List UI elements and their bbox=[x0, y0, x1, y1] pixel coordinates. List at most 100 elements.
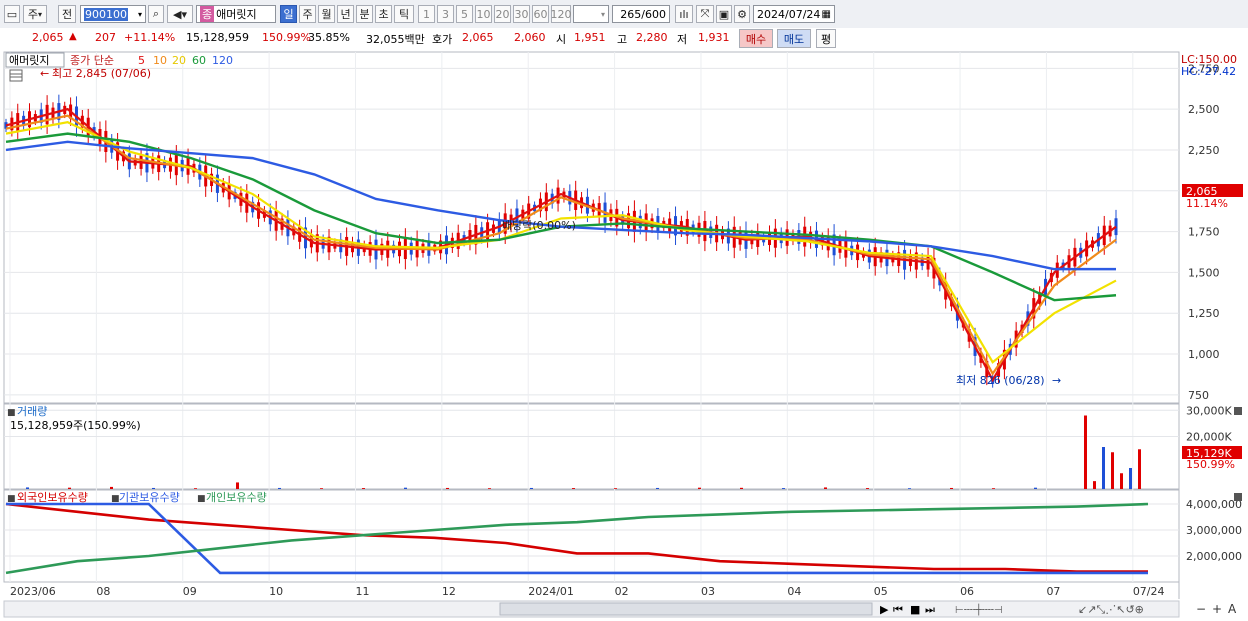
minute-button-120[interactable]: 120 bbox=[551, 5, 572, 23]
right-arrow-icon: → bbox=[1052, 374, 1061, 387]
calendar-icon[interactable]: ▦ bbox=[822, 9, 831, 20]
volume-bar bbox=[656, 487, 659, 489]
x-tick-label: 03 bbox=[701, 585, 715, 598]
period-tab-minute[interactable]: 분 bbox=[356, 5, 373, 23]
volume-bar bbox=[824, 487, 827, 489]
open-price: 1,951 bbox=[574, 31, 606, 44]
speaker-icon[interactable]: ◀▾ bbox=[167, 5, 193, 23]
high-label: 고 bbox=[617, 33, 628, 46]
volume-bar bbox=[1102, 447, 1105, 489]
minute-button-20[interactable]: 20 bbox=[494, 5, 511, 23]
gear-icon[interactable]: ⚙ bbox=[734, 5, 750, 23]
volume-bar bbox=[614, 488, 617, 489]
toolbar: ▭ 주 ▾ 전 900100 ▾ ⌕ ◀▾ 종 애머릿지 일 주 월 년 분 초 틱 … bbox=[0, 0, 1248, 29]
minute-button-5[interactable]: 5 bbox=[456, 5, 473, 23]
panel-close-icon[interactable] bbox=[1234, 407, 1242, 415]
volume-bar bbox=[908, 488, 911, 489]
volume-tick-label: 20,000K bbox=[1186, 431, 1232, 444]
minute-label: 3 bbox=[442, 7, 449, 21]
period-tab-month[interactable]: 월 bbox=[318, 5, 335, 23]
minute-button-10[interactable]: 10 bbox=[475, 5, 492, 23]
x-tick-label: 02 bbox=[615, 585, 629, 598]
count-input[interactable]: 265/600 bbox=[612, 5, 670, 23]
date-value: 2024/07/24 bbox=[757, 7, 821, 21]
font-size-icon[interactable]: A bbox=[1228, 602, 1237, 616]
sell-label: 매도 bbox=[783, 32, 805, 46]
volume-bar bbox=[572, 488, 575, 489]
y-tick-label: 2,250 bbox=[1188, 144, 1220, 157]
prev-button[interactable]: 전 bbox=[58, 5, 76, 23]
x-tick-label: 11 bbox=[355, 585, 369, 598]
trade-amount: 32,055백만 bbox=[366, 33, 425, 46]
minute-label: 30 bbox=[514, 7, 529, 21]
volume-bar bbox=[740, 487, 743, 489]
drawing-tools-icon[interactable]: ↙↗⤡⋰↖↺⊕ bbox=[1078, 603, 1144, 616]
ma-legend-60: 60 bbox=[192, 54, 206, 67]
volume-bar bbox=[278, 487, 281, 489]
minute-button-3[interactable]: 3 bbox=[437, 5, 454, 23]
volume-pct-tag: 150.99% bbox=[1186, 458, 1235, 471]
eval-button[interactable]: 평 bbox=[816, 29, 836, 48]
minute-select[interactable]: ▾ bbox=[573, 5, 609, 23]
crosshair-icon[interactable]: ⤧ bbox=[696, 5, 714, 23]
volume-value-text: 15,128,959주(150.99%) bbox=[10, 419, 141, 432]
period-tab-week[interactable]: 주 bbox=[299, 5, 316, 23]
period-tab-label: 초 bbox=[378, 8, 389, 21]
code-input[interactable]: 900100 ▾ bbox=[80, 5, 146, 23]
zoom-slider-icon[interactable]: ⊢╌╌┼╌╌⊣ bbox=[955, 603, 1003, 616]
current-price: 2,065 bbox=[32, 31, 64, 44]
y-tick-label: 2,500 bbox=[1188, 103, 1220, 116]
minute-button-30[interactable]: 30 bbox=[513, 5, 530, 23]
code-value: 900100 bbox=[84, 7, 128, 21]
period-tab-label: 월 bbox=[321, 8, 332, 21]
low-price: 1,931 bbox=[698, 31, 730, 44]
legend-institution: 기관보유수량 bbox=[119, 491, 180, 504]
period-tab-label: 주 bbox=[302, 8, 313, 21]
zoom-in-icon[interactable]: + bbox=[1212, 602, 1222, 616]
zoom-out-icon[interactable]: − bbox=[1196, 602, 1206, 616]
volume-value: 15,128,959 bbox=[186, 31, 249, 44]
ma-legend-120: 120 bbox=[212, 54, 233, 67]
scrollbar-thumb[interactable] bbox=[499, 602, 873, 616]
period-tab-day[interactable]: 일 bbox=[280, 5, 297, 23]
panel-marker-icon: ■ bbox=[197, 494, 206, 504]
x-tick-label: 12 bbox=[442, 585, 456, 598]
name-badge: 종 bbox=[200, 6, 215, 22]
period-tab-year[interactable]: 년 bbox=[337, 5, 354, 23]
rewind-icon[interactable]: ⏮ bbox=[893, 603, 903, 616]
up-arrow-icon: ▲ bbox=[69, 31, 77, 42]
scroll-right-icon[interactable]: ▶ bbox=[880, 603, 889, 616]
forward-icon[interactable]: ⏭ bbox=[925, 603, 935, 616]
panel-close-icon[interactable] bbox=[1234, 493, 1242, 501]
window-icon[interactable]: ▭ bbox=[4, 5, 20, 23]
high-price: 2,280 bbox=[636, 31, 668, 44]
volume-bar bbox=[194, 488, 197, 489]
date-input[interactable]: 2024/07/24 ▦ bbox=[753, 5, 835, 23]
period-select[interactable]: 주 ▾ bbox=[23, 5, 47, 23]
minute-button-1[interactable]: 1 bbox=[418, 5, 435, 23]
volume-bar bbox=[530, 487, 533, 489]
x-tick-label: 2023/06 bbox=[10, 585, 56, 598]
low-label: 저 bbox=[677, 33, 688, 46]
table-icon[interactable] bbox=[9, 69, 23, 82]
period-select-label: 주 bbox=[27, 8, 39, 21]
volume-bar bbox=[110, 486, 113, 489]
sell-button[interactable]: 매도 bbox=[777, 29, 811, 48]
name-field[interactable]: 종 애머릿지 bbox=[196, 5, 276, 23]
save-icon[interactable]: ▣ bbox=[716, 5, 732, 23]
volume-bar bbox=[404, 487, 407, 489]
period-tab-tick[interactable]: 틱 bbox=[394, 5, 414, 23]
period-tab-second[interactable]: 초 bbox=[375, 5, 392, 23]
search-icon[interactable]: ⌕ bbox=[148, 5, 164, 23]
volume-bar bbox=[26, 487, 29, 489]
stock-chart[interactable]: 7501,0001,2501,5001,7502,0002,2502,5002,… bbox=[0, 49, 1248, 621]
buy-button[interactable]: 매수 bbox=[739, 29, 773, 48]
chevron-down-icon[interactable]: ▾ bbox=[138, 10, 142, 19]
stop-icon[interactable]: ■ bbox=[910, 603, 920, 616]
x-tick-label: 04 bbox=[787, 585, 801, 598]
minute-button-60[interactable]: 60 bbox=[532, 5, 549, 23]
volume-tick-label: 30,000K bbox=[1186, 404, 1232, 417]
candle-icon[interactable]: ılı bbox=[675, 5, 693, 23]
bid-price: 2,060 bbox=[514, 31, 546, 44]
holdings-tick-label: 4,000,000 bbox=[1186, 498, 1242, 511]
